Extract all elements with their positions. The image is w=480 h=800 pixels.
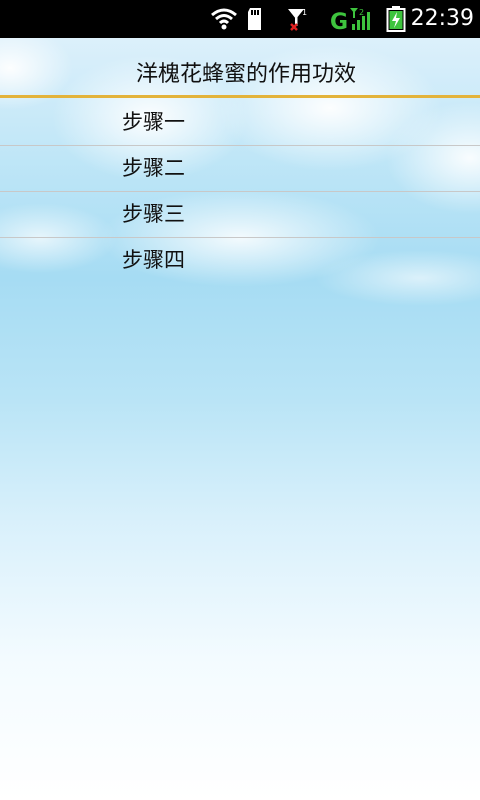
svg-text:1: 1 (302, 8, 307, 17)
wifi-icon (210, 6, 238, 32)
status-bar: 1 G 2 22:39 (0, 0, 480, 38)
title-bar: 洋槐花蜂蜜的作用功效 (0, 38, 480, 98)
battery-charging-icon (386, 6, 406, 32)
list-item-step-4[interactable]: 步骤四 (0, 238, 480, 284)
list-item-label: 步骤一 (122, 110, 185, 134)
g-signal-icon: G 2 (330, 6, 374, 35)
list-item-step-3[interactable]: 步骤三 (0, 192, 480, 238)
content-area: 洋槐花蜂蜜的作用功效 步骤一 步骤二 步骤三 步骤四 (0, 38, 480, 800)
list-item-step-2[interactable]: 步骤二 (0, 146, 480, 192)
list-item-label: 步骤四 (122, 248, 185, 272)
no-signal-icon: 1 (286, 6, 308, 32)
status-clock: 22:39 (410, 6, 474, 31)
sd-card-icon (246, 6, 264, 32)
svg-text:2: 2 (359, 8, 364, 17)
list-item-label: 步骤二 (122, 156, 185, 180)
list-item-label: 步骤三 (122, 202, 185, 226)
step-list: 步骤一 步骤二 步骤三 步骤四 (0, 100, 480, 284)
svg-text:G: G (330, 10, 348, 32)
page-title: 洋槐花蜂蜜的作用功效 (135, 62, 356, 87)
list-item-step-1[interactable]: 步骤一 (0, 100, 480, 146)
